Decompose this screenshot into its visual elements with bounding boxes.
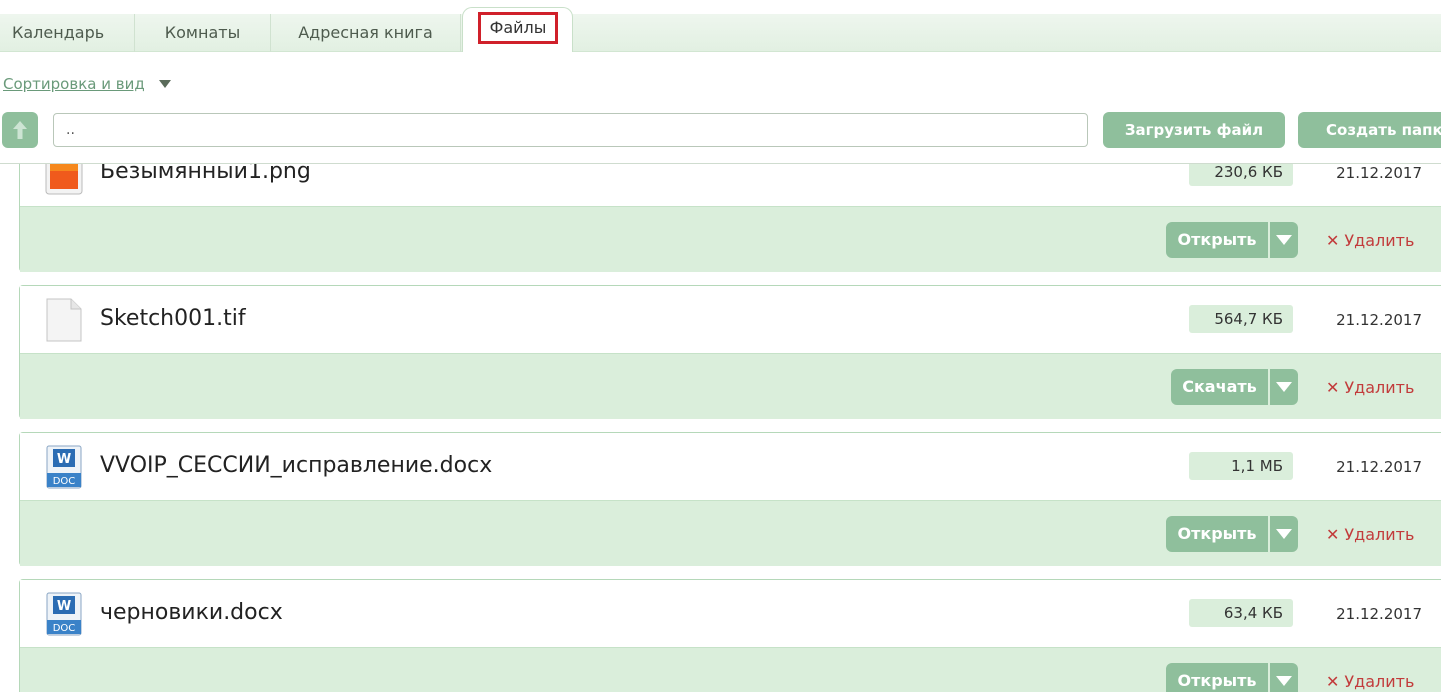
- tab-rooms[interactable]: Комнаты: [135, 14, 271, 52]
- upload-file-button[interactable]: Загрузить файл: [1103, 112, 1285, 148]
- file-date: 21.12.2017: [1336, 311, 1422, 329]
- tab-calendar[interactable]: Календарь: [0, 14, 135, 52]
- file-card-header: W DOC черновики.docx 63,4 КБ 21.12.2017: [20, 580, 1441, 647]
- svg-text:W: W: [57, 599, 71, 614]
- open-split-button: Открыть: [1166, 516, 1298, 552]
- chevron-down-icon: [1276, 235, 1292, 245]
- word-doc-icon: W DOC: [46, 592, 82, 636]
- file-name[interactable]: Безымянный1.png: [100, 164, 311, 184]
- delete-link[interactable]: ✕ Удалить: [1326, 672, 1414, 691]
- file-size: 230,6 КБ: [1189, 164, 1293, 186]
- file-size: 564,7 КБ: [1189, 305, 1293, 333]
- sort-and-view: Сортировка и вид: [3, 72, 171, 96]
- file-card: W DOC VVOIP_СЕССИИ_исправление.docx 1,1 …: [19, 432, 1441, 566]
- delete-label: Удалить: [1344, 378, 1415, 397]
- file-card: Sketch001.tif 564,7 КБ 21.12.2017 Скачат…: [19, 285, 1441, 419]
- open-button[interactable]: Открыть: [1166, 516, 1268, 552]
- file-size: 63,4 КБ: [1189, 599, 1293, 627]
- open-options-button[interactable]: [1268, 516, 1298, 552]
- files-page: Календарь Комнаты Адресная книга Файлы С…: [0, 0, 1441, 692]
- open-split-button: Открыть: [1166, 663, 1298, 692]
- file-date: 21.12.2017: [1336, 605, 1422, 623]
- close-icon: ✕: [1326, 525, 1340, 544]
- open-button[interactable]: Открыть: [1166, 663, 1268, 692]
- download-options-button[interactable]: [1268, 369, 1298, 405]
- file-card-header: Безымянный1.png 230,6 КБ 21.12.2017: [20, 164, 1441, 206]
- chevron-down-icon: [1276, 529, 1292, 539]
- delete-label: Удалить: [1344, 672, 1415, 691]
- delete-link[interactable]: ✕ Удалить: [1326, 525, 1414, 544]
- file-size: 1,1 МБ: [1189, 452, 1293, 480]
- open-button[interactable]: Открыть: [1166, 222, 1268, 258]
- sort-and-view-link[interactable]: Сортировка и вид: [3, 75, 145, 93]
- tab-bar: Календарь Комнаты Адресная книга Файлы: [0, 7, 1441, 52]
- chevron-down-icon[interactable]: [158, 80, 171, 88]
- arrow-up-icon: [13, 121, 27, 139]
- open-options-button[interactable]: [1268, 663, 1298, 692]
- close-icon: ✕: [1326, 231, 1340, 250]
- open-options-button[interactable]: [1268, 222, 1298, 258]
- tab-files-label: Файлы: [478, 12, 558, 44]
- delete-label: Удалить: [1344, 525, 1415, 544]
- file-card-header: Sketch001.tif 564,7 КБ 21.12.2017: [20, 286, 1441, 353]
- file-name[interactable]: черновики.docx: [100, 600, 283, 625]
- image-file-icon: [45, 164, 83, 195]
- open-split-button: Открыть: [1166, 222, 1298, 258]
- folder-up-button[interactable]: [2, 112, 38, 148]
- word-doc-icon: W DOC: [46, 445, 82, 489]
- file-name[interactable]: Sketch001.tif: [100, 306, 246, 331]
- file-actions: Открыть ✕ Удалить: [20, 500, 1441, 566]
- file-list: Безымянный1.png 230,6 КБ 21.12.2017 Откр…: [0, 163, 1441, 692]
- svg-text:W: W: [57, 452, 71, 467]
- chevron-down-icon: [1276, 676, 1292, 686]
- svg-text:DOC: DOC: [53, 476, 76, 487]
- download-button[interactable]: Скачать: [1171, 369, 1268, 405]
- delete-link[interactable]: ✕ Удалить: [1326, 378, 1414, 397]
- tab-address-book[interactable]: Адресная книга: [271, 14, 461, 52]
- svg-text:DOC: DOC: [53, 623, 76, 634]
- file-card: Безымянный1.png 230,6 КБ 21.12.2017 Откр…: [19, 164, 1441, 272]
- delete-link[interactable]: ✕ Удалить: [1326, 231, 1414, 250]
- file-actions: Скачать ✕ Удалить: [20, 353, 1441, 419]
- download-split-button: Скачать: [1171, 369, 1298, 405]
- file-date: 21.12.2017: [1336, 164, 1422, 182]
- create-folder-button[interactable]: Создать папку: [1298, 112, 1441, 148]
- tab-files[interactable]: Файлы: [462, 7, 573, 52]
- chevron-down-icon: [1276, 382, 1292, 392]
- path-input[interactable]: [53, 113, 1088, 147]
- file-date: 21.12.2017: [1336, 458, 1422, 476]
- close-icon: ✕: [1326, 378, 1340, 397]
- file-card-header: W DOC VVOIP_СЕССИИ_исправление.docx 1,1 …: [20, 433, 1441, 500]
- delete-label: Удалить: [1344, 231, 1415, 250]
- blank-file-icon: [46, 298, 82, 342]
- file-card: W DOC черновики.docx 63,4 КБ 21.12.2017 …: [19, 579, 1441, 692]
- file-name[interactable]: VVOIP_СЕССИИ_исправление.docx: [100, 453, 492, 478]
- close-icon: ✕: [1326, 672, 1340, 691]
- file-actions: Открыть ✕ Удалить: [20, 206, 1441, 272]
- file-actions: Открыть ✕ Удалить: [20, 647, 1441, 692]
